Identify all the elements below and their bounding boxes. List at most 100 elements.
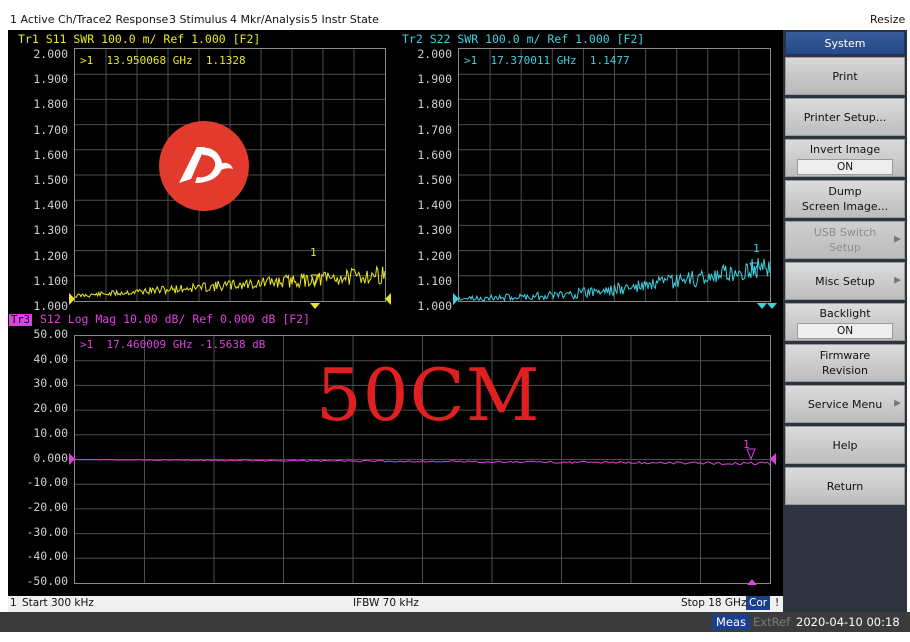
trace2-graph — [453, 49, 777, 309]
usb-switch-setup-button[interactable]: USB Switch Setup ▶ — [785, 221, 905, 259]
softkey-title-label: System — [824, 36, 866, 50]
status-extref: ExtRef — [753, 615, 791, 629]
service-menu-label: Service Menu — [807, 397, 883, 411]
y-tick-label: 1.700 — [33, 122, 68, 137]
y-tick-label: 1.000 — [33, 299, 68, 313]
trace1-marker-readout: >1 13.950068 GHz 1.1328 — [80, 54, 246, 67]
y-tick-label: -30.00 — [26, 524, 68, 539]
y-tick-label: -40.00 — [26, 549, 68, 564]
usb-label-line1: USB Switch — [813, 226, 877, 239]
trace1-ref-marker — [69, 293, 75, 305]
y-tick-label: 2.000 — [417, 47, 452, 61]
status-cor: Cor — [746, 596, 771, 610]
y-tick-label: 1.500 — [417, 173, 452, 187]
y-tick-label: 2.000 — [33, 47, 68, 61]
y-tick-label: 40.00 — [33, 351, 68, 366]
submenu-arrow-icon: ▶ — [894, 234, 901, 245]
backlight-label: Backlight — [819, 306, 871, 320]
return-button[interactable]: Return — [785, 467, 905, 505]
menu-active-ch-trace[interactable]: 1 Active Ch/Trace — [10, 13, 106, 26]
trace3-marker-readout: >1 17.460009 GHz -1.5638 dB — [80, 338, 266, 351]
trace1-marker-label: 1 — [310, 246, 317, 259]
y-tick-label: 0.000 — [33, 450, 68, 465]
resize-button[interactable]: Resize — [870, 13, 905, 26]
y-tick-label: 1.600 — [417, 147, 452, 162]
y-tick-label: 1.300 — [417, 223, 452, 238]
trace3-marker-label: 1 — [743, 438, 750, 451]
status-ifbw: IFBW 70 kHz — [353, 597, 419, 609]
y-tick-label: 1.100 — [417, 273, 452, 288]
trace1-marker-position — [310, 303, 320, 309]
y-tick-label: 10.00 — [33, 425, 68, 440]
y-tick-label: -10.00 — [26, 475, 68, 490]
y-tick-label: 1.400 — [417, 198, 452, 213]
trace2-marker-position-2 — [767, 303, 777, 309]
y-tick-label: 1.300 — [33, 223, 68, 238]
trace2-ref-marker — [453, 293, 459, 305]
status-stop: Stop 18 GHz — [681, 597, 747, 609]
status-separator: ! — [775, 597, 780, 609]
bottom-status-bar: Meas ExtRef 2020-04-10 00:18 — [0, 612, 910, 632]
y-tick-label: -20.00 — [26, 499, 68, 514]
y-tick-label: 1.100 — [33, 273, 68, 288]
misc-setup-label: Misc Setup — [815, 274, 875, 288]
print-label: Print — [832, 69, 858, 83]
brand-logo — [159, 121, 249, 211]
y-tick-label: 20.00 — [33, 401, 68, 416]
trace2-plot[interactable] — [453, 48, 777, 309]
help-label: Help — [832, 438, 858, 452]
backlight-value: ON — [797, 322, 893, 339]
dump-label-line1: Dump — [828, 185, 862, 198]
status-channel: 1 — [10, 597, 17, 609]
y-tick-label: 1.800 — [417, 97, 452, 112]
firmware-label-line1: Firmware — [819, 349, 871, 362]
y-tick-label: 1.600 — [33, 147, 68, 162]
trace2-header: Tr2 S22 SWR 100.0 m/ Ref 1.000 [F2] — [402, 32, 645, 46]
trace2-marker-position — [757, 303, 767, 309]
misc-setup-button[interactable]: Misc Setup ▶ — [785, 262, 905, 300]
menu-instr-state[interactable]: 5 Instr State — [311, 13, 379, 26]
trace1-header: Tr1 S11 SWR 100.0 m/ Ref 1.000 [F2] — [18, 32, 261, 46]
firmware-label-line2: Revision — [822, 364, 868, 377]
y-tick-label: 1.500 — [33, 173, 68, 187]
y-tick-label: 1.400 — [33, 198, 68, 213]
menu-mkr-analysis[interactable]: 4 Mkr/Analysis — [230, 13, 310, 26]
submenu-arrow-icon: ▶ — [894, 275, 901, 286]
service-menu-button[interactable]: Service Menu ▶ — [785, 385, 905, 423]
backlight-button[interactable]: Backlight ON — [785, 303, 905, 341]
printer-setup-button[interactable]: Printer Setup... — [785, 98, 905, 136]
help-button[interactable]: Help — [785, 426, 905, 464]
trace3-ref-marker — [69, 453, 75, 465]
status-bar: 1 Start 300 kHz IFBW 70 kHz Stop 18 GHz … — [8, 596, 783, 612]
menu-stimulus[interactable]: 3 Stimulus — [169, 13, 227, 26]
trace3-badge[interactable]: Tr3 — [9, 314, 32, 326]
print-button[interactable]: Print — [785, 57, 905, 95]
invert-image-label: Invert Image — [809, 142, 881, 156]
y-tick-label: 50.00 — [33, 327, 68, 341]
measurement-screen: Tr1 S11 SWR 100.0 m/ Ref 1.000 [F2] 2.00… — [8, 30, 783, 612]
y-tick-label: 1.900 — [417, 72, 452, 87]
softkey-panel: System Print Printer Setup... Invert Ima… — [783, 30, 907, 612]
y-tick-label: 1.900 — [33, 72, 68, 87]
y-tick-label: 1.200 — [33, 248, 68, 263]
status-start: Start 300 kHz — [22, 597, 94, 609]
status-datetime: 2020-04-10 00:18 — [796, 615, 900, 629]
softkey-title: System — [785, 31, 905, 55]
dump-label-line2: Screen Image... — [801, 200, 889, 213]
invert-image-value: ON — [797, 158, 893, 175]
dump-screen-button[interactable]: Dump Screen Image... — [785, 180, 905, 218]
firmware-revision-button[interactable]: Firmware Revision — [785, 344, 905, 382]
printer-setup-label: Printer Setup... — [803, 110, 887, 124]
menu-response[interactable]: 2 Response — [105, 13, 168, 26]
cable-length-overlay: 50CM — [316, 353, 541, 437]
y-tick-label: 1.000 — [417, 299, 452, 313]
menu-bar: 1 Active Ch/Trace 2 Response 3 Stimulus … — [0, 0, 910, 30]
brand-logo-mark — [179, 147, 233, 183]
graticule — [459, 49, 770, 301]
y-tick-label: 30.00 — [33, 376, 68, 391]
invert-image-button[interactable]: Invert Image ON — [785, 139, 905, 177]
submenu-arrow-icon: ▶ — [894, 398, 901, 409]
trace1-ref-marker-right — [385, 293, 391, 305]
usb-label-line2: Setup — [828, 241, 862, 254]
y-tick-label: 1.700 — [417, 122, 452, 137]
